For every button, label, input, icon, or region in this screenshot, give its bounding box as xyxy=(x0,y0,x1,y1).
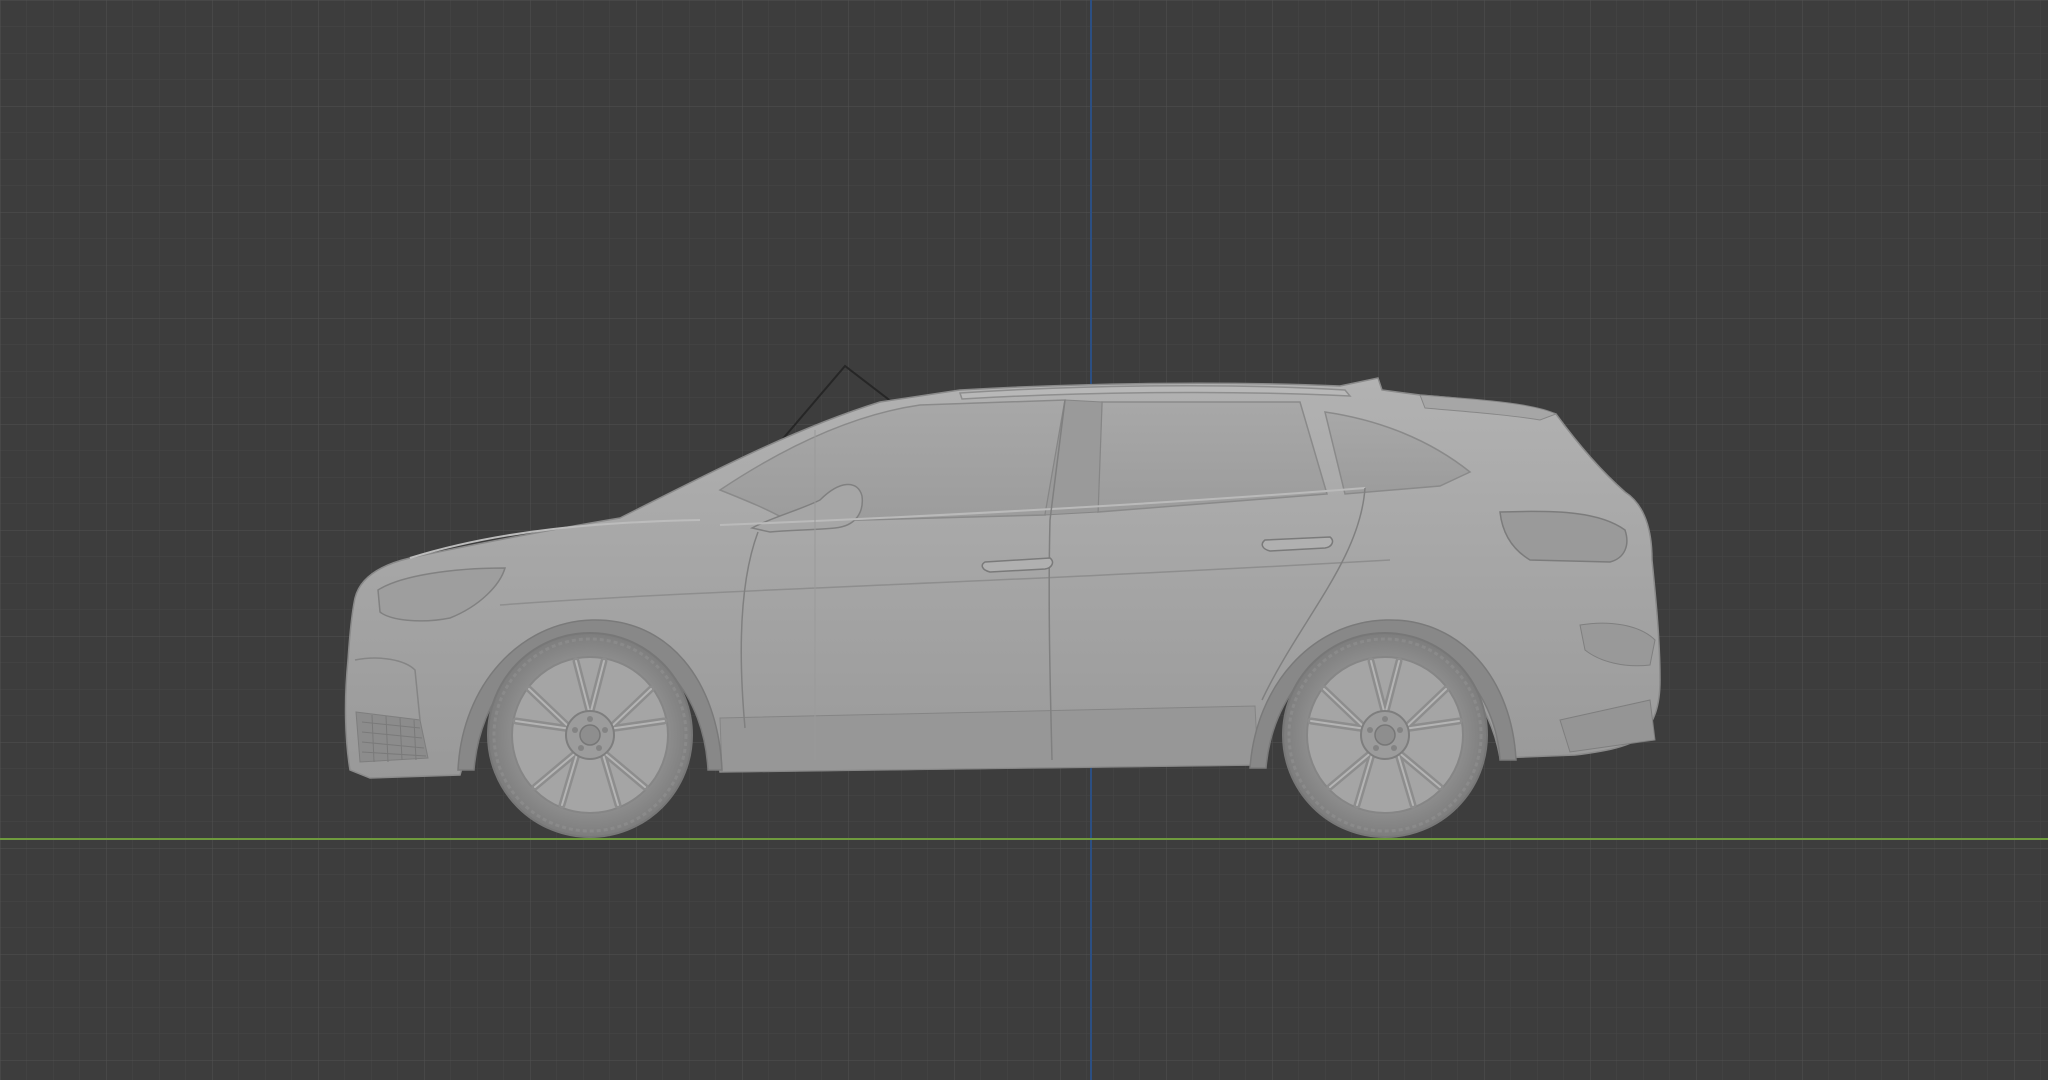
front-wheel xyxy=(487,632,693,838)
rear-door-window xyxy=(1097,401,1328,513)
rear-door-handle xyxy=(1261,536,1334,552)
rocker-panel xyxy=(719,705,1259,773)
rear-wheel xyxy=(1282,632,1488,838)
front-grille xyxy=(355,711,429,763)
3d-viewport[interactable] xyxy=(0,0,2048,1080)
viewport-canvas[interactable] xyxy=(0,0,2048,1080)
